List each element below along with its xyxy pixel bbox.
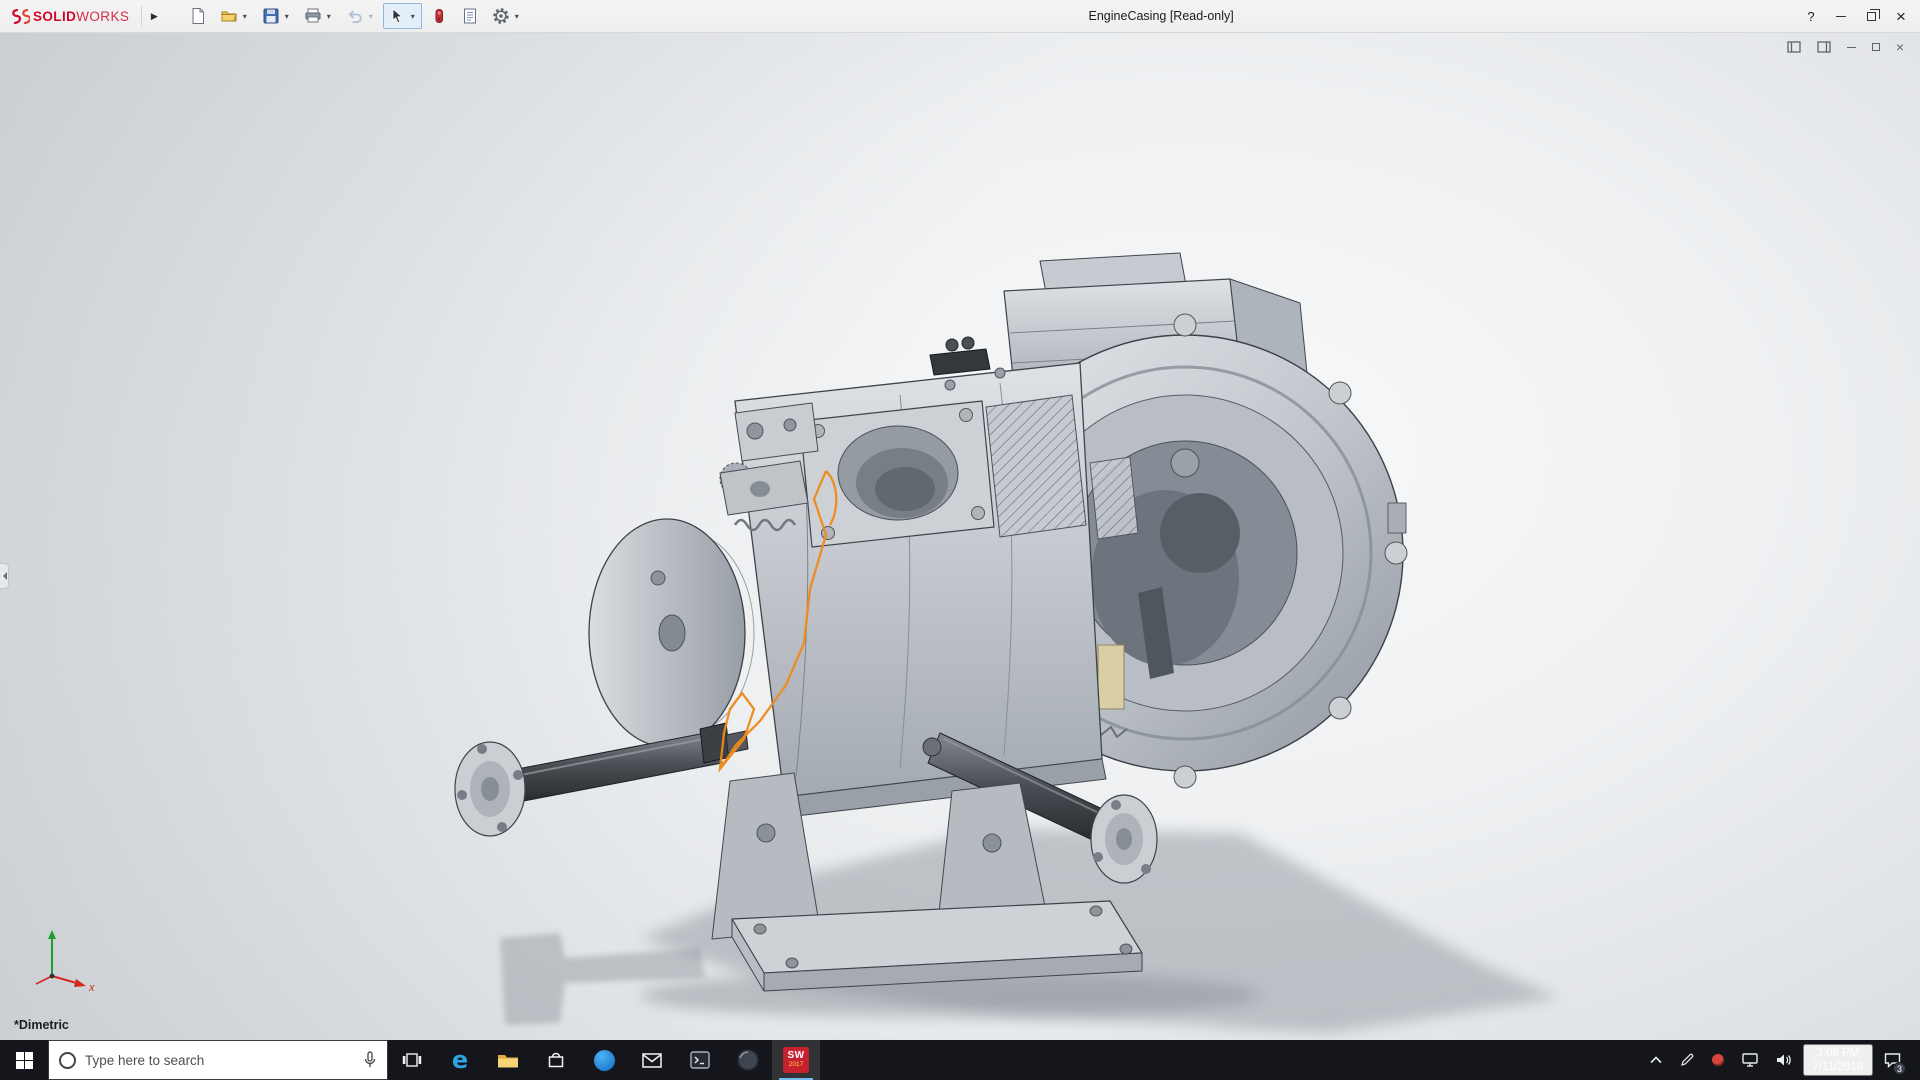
taskbar-app-dark[interactable] bbox=[724, 1040, 772, 1080]
store-bag-icon bbox=[547, 1051, 565, 1069]
action-center-button[interactable]: 3 bbox=[1877, 1040, 1908, 1080]
solidworks-logo: SOLIDWORKS bbox=[8, 7, 137, 26]
task-view-button[interactable] bbox=[388, 1040, 436, 1080]
taskbar-app-mail[interactable] bbox=[628, 1040, 676, 1080]
new-document-icon bbox=[189, 7, 207, 25]
new-document-button[interactable] bbox=[184, 3, 212, 29]
taskbar-app-edge[interactable]: e bbox=[436, 1040, 484, 1080]
search-input[interactable] bbox=[85, 1053, 354, 1068]
quick-access-toolbar bbox=[184, 3, 526, 29]
feature-pane-toggle-button[interactable] bbox=[1787, 40, 1801, 54]
triad-x-label: x bbox=[88, 982, 95, 992]
security-icon bbox=[1712, 1054, 1724, 1066]
solidworks-2017-icon: SW 2017 bbox=[783, 1047, 809, 1073]
taskbar-app-store[interactable] bbox=[532, 1040, 580, 1080]
hidden-icons-button[interactable] bbox=[1643, 1040, 1669, 1080]
rebuild-icon bbox=[430, 7, 448, 25]
options-gear-icon bbox=[492, 7, 510, 25]
engine-casing-model[interactable] bbox=[0, 33, 1920, 1040]
menu-flyout-arrow[interactable] bbox=[146, 4, 162, 28]
save-icon bbox=[262, 7, 280, 25]
volume-icon bbox=[1776, 1053, 1792, 1067]
graphics-area[interactable]: x *Dimetric bbox=[0, 33, 1920, 1040]
taskbar-app-solidworks[interactable]: SW 2017 bbox=[772, 1040, 820, 1080]
dropdown-caret bbox=[324, 12, 333, 21]
select-cursor-icon bbox=[388, 7, 406, 25]
security-tray-button[interactable] bbox=[1705, 1040, 1731, 1080]
titlebar: SOLIDWORKS bbox=[0, 0, 1920, 33]
document-window-controls bbox=[1787, 40, 1904, 54]
mail-icon bbox=[642, 1053, 662, 1068]
clock-time: 3:08 PM bbox=[1816, 1046, 1859, 1060]
dropdown-caret bbox=[366, 12, 375, 21]
file-properties-icon bbox=[461, 7, 479, 25]
edge-icon: e bbox=[452, 1046, 468, 1074]
panel-collapse-arrow[interactable] bbox=[0, 563, 9, 589]
undo-button[interactable] bbox=[341, 3, 380, 29]
chevron-left-icon bbox=[0, 572, 7, 580]
doc-minimize-button[interactable] bbox=[1847, 40, 1856, 54]
file-explorer-icon bbox=[497, 1052, 519, 1069]
print-icon bbox=[304, 7, 322, 25]
taskbar-search[interactable] bbox=[48, 1040, 388, 1080]
orientation-triad[interactable]: x bbox=[22, 926, 98, 992]
terminal-icon bbox=[690, 1051, 710, 1069]
divider bbox=[141, 6, 142, 26]
close-button[interactable] bbox=[1886, 0, 1916, 32]
doc-restore-button[interactable] bbox=[1872, 40, 1880, 54]
logo-text-works: WORKS bbox=[76, 9, 129, 24]
clock-date: 7/11/2018 bbox=[1813, 1060, 1863, 1074]
dropdown-caret bbox=[512, 12, 521, 21]
undo-icon bbox=[346, 7, 364, 25]
restore-icon bbox=[1867, 12, 1876, 21]
view-orientation-label: *Dimetric bbox=[14, 1018, 69, 1032]
help-button[interactable]: ? bbox=[1796, 0, 1826, 32]
doc-close-button[interactable] bbox=[1896, 40, 1904, 54]
solidworks-window: SOLIDWORKS bbox=[0, 0, 1920, 1080]
taskbar-app-blue[interactable] bbox=[580, 1040, 628, 1080]
blue-app-icon bbox=[594, 1050, 615, 1071]
rebuild-button[interactable] bbox=[425, 3, 453, 29]
network-icon bbox=[1742, 1053, 1758, 1067]
minimize-icon bbox=[1836, 16, 1846, 17]
volume-tray-button[interactable] bbox=[1769, 1040, 1799, 1080]
open-button[interactable] bbox=[215, 3, 254, 29]
display-pane-toggle-button[interactable] bbox=[1817, 40, 1831, 54]
minimize-icon bbox=[1847, 47, 1856, 48]
solidworks-logo-mark bbox=[8, 7, 30, 26]
dark-app-icon bbox=[737, 1049, 759, 1071]
taskbar-clock[interactable]: 3:08 PM 7/11/2018 bbox=[1803, 1044, 1873, 1076]
print-button[interactable] bbox=[299, 3, 338, 29]
chevron-up-icon bbox=[1650, 1056, 1662, 1064]
save-button[interactable] bbox=[257, 3, 296, 29]
options-button[interactable] bbox=[487, 3, 526, 29]
notification-badge: 3 bbox=[1893, 1062, 1906, 1075]
restore-icon bbox=[1872, 43, 1880, 51]
logo-text-solid: SOLID bbox=[33, 9, 76, 24]
windows-taskbar: e SW 2017 bbox=[0, 1040, 1920, 1080]
document-title: EngineCasing [Read-only] bbox=[526, 9, 1796, 23]
taskbar-app-terminal[interactable] bbox=[676, 1040, 724, 1080]
pen-tray-button[interactable] bbox=[1673, 1040, 1701, 1080]
pen-icon bbox=[1680, 1053, 1694, 1067]
dropdown-caret bbox=[408, 12, 417, 21]
network-tray-button[interactable] bbox=[1735, 1040, 1765, 1080]
file-properties-button[interactable] bbox=[456, 3, 484, 29]
open-folder-icon bbox=[220, 7, 238, 25]
task-view-icon bbox=[402, 1052, 422, 1068]
pane-right-icon bbox=[1817, 41, 1831, 53]
taskbar-app-file-explorer[interactable] bbox=[484, 1040, 532, 1080]
dropdown-caret bbox=[282, 12, 291, 21]
pane-left-icon bbox=[1787, 41, 1801, 53]
system-tray: 3:08 PM 7/11/2018 3 bbox=[1643, 1040, 1920, 1080]
dropdown-caret bbox=[240, 12, 249, 21]
windows-logo-icon bbox=[16, 1052, 33, 1069]
cortana-icon bbox=[59, 1052, 76, 1069]
restore-button[interactable] bbox=[1856, 0, 1886, 32]
start-button[interactable] bbox=[0, 1040, 48, 1080]
minimize-button[interactable] bbox=[1826, 0, 1856, 32]
select-tool-button[interactable] bbox=[383, 3, 422, 29]
microphone-icon[interactable] bbox=[363, 1051, 377, 1069]
